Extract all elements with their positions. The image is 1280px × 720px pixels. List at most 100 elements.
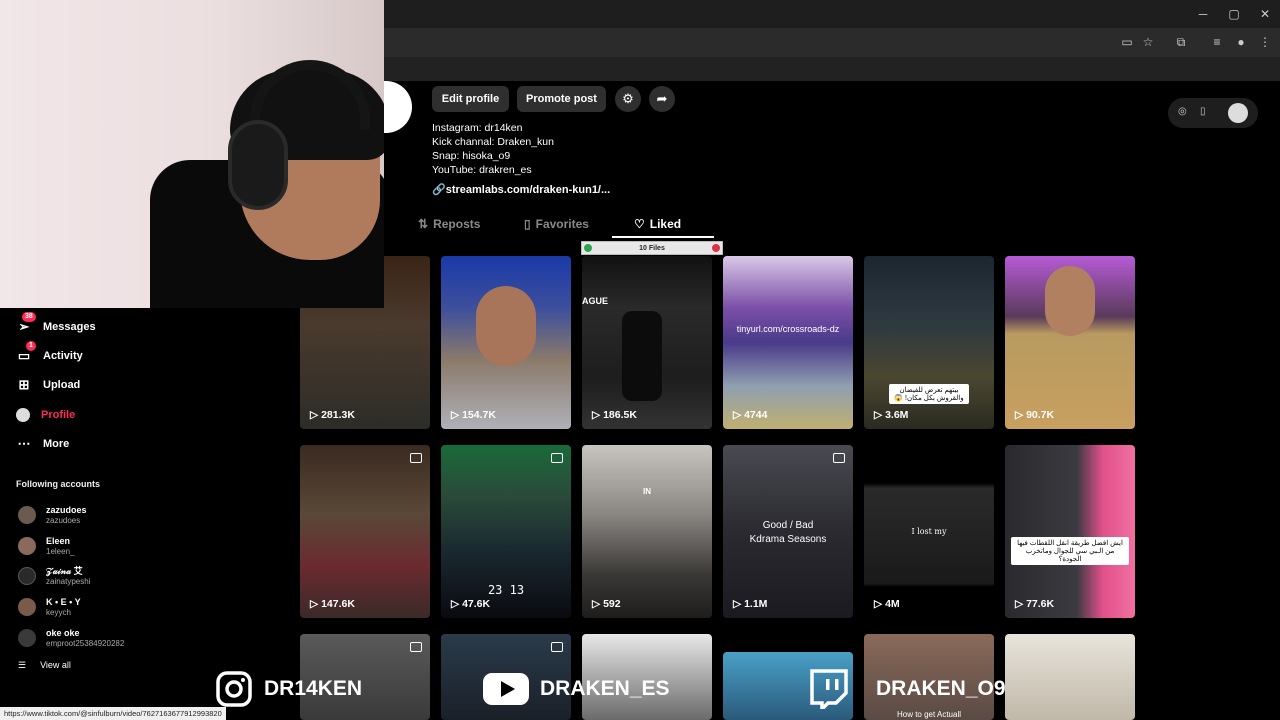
files-overlay[interactable]: 10 Files xyxy=(581,241,723,255)
following-account[interactable]: zazudoes zazudoes xyxy=(18,505,87,525)
tab-reposts[interactable]: ⇅ Reposts xyxy=(418,217,480,231)
view-all-link[interactable]: ☰ View all xyxy=(18,660,71,671)
minimize-button[interactable]: ─ xyxy=(1195,6,1211,22)
instagram-handle: DR14KEN xyxy=(264,677,363,700)
play-icon: ▷ xyxy=(1015,598,1024,610)
tab-favorites[interactable]: ▯ Favorites xyxy=(524,217,589,231)
settings-button[interactable]: ⚙ xyxy=(615,86,641,112)
profile-icon xyxy=(16,408,30,422)
tile-caption: بيتهم تعرض للفيضان والقروش بكل مكان! 😱 xyxy=(889,384,969,404)
view-count: ▷ 3.6M xyxy=(874,409,909,421)
bookmark-star-icon[interactable]: ☆ xyxy=(1141,35,1155,49)
instagram-icon xyxy=(214,670,254,708)
bio-link[interactable]: 🔗streamlabs.com/draken-kun1/... xyxy=(432,183,610,196)
browser-titlebar: ─ ▢ ✕ xyxy=(384,0,1280,28)
following-account[interactable]: oke oke emproot25384920282 xyxy=(18,628,124,648)
compass-icon[interactable]: ◎ xyxy=(1178,106,1187,117)
video-tile[interactable]: AGUE ▷ 186.5K xyxy=(582,256,712,429)
video-tile[interactable] xyxy=(1005,634,1135,720)
account-handle: 1eleen_ xyxy=(46,547,75,556)
video-tile[interactable]: 23 13 ▷ 47.6K xyxy=(441,445,571,618)
photo-carousel-icon xyxy=(410,642,422,652)
cast-icon[interactable]: ▭ xyxy=(1120,35,1134,49)
video-tile[interactable]: I lost my ▷ 4M xyxy=(864,445,994,618)
video-tile[interactable]: Good / Bad Kdrama Seasons ▷ 1.1M xyxy=(723,445,853,618)
bio-line: Snap: hisoka_o9 xyxy=(432,150,511,162)
profile-avatar[interactable] xyxy=(384,81,412,133)
twitch-handle: DRAKEN_O9 xyxy=(876,677,1006,700)
photo-carousel-icon xyxy=(833,453,845,463)
phone-icon[interactable]: ▯ xyxy=(1200,106,1206,117)
video-tile[interactable]: ▷ 154.7K xyxy=(441,256,571,429)
avatar xyxy=(18,506,36,524)
photo-carousel-icon xyxy=(410,453,422,463)
following-title: Following accounts xyxy=(16,479,101,489)
more-icon: ⋯ xyxy=(17,436,31,451)
sidebar-item-messages[interactable]: ➢ 38 Messages xyxy=(16,312,96,338)
tab-label: Liked xyxy=(649,217,682,231)
play-icon: ▷ xyxy=(733,598,742,610)
avatar xyxy=(18,567,36,585)
play-icon: ▷ xyxy=(451,598,460,610)
play-icon: ▷ xyxy=(874,409,883,421)
repost-icon: ⇅ xyxy=(418,217,429,231)
sidebar-item-profile[interactable]: Profile xyxy=(16,404,75,426)
sidebar-item-upload[interactable]: ⊞ Upload xyxy=(16,374,81,396)
account-name: Eleen xyxy=(46,536,71,546)
active-tab-indicator xyxy=(612,236,714,238)
menu-kebab-icon[interactable]: ⋮ xyxy=(1258,35,1272,49)
account-handle: zainatypeshi xyxy=(46,577,91,586)
video-tile[interactable]: IN ▷ 592 xyxy=(582,445,712,618)
gear-icon: ⚙ xyxy=(622,91,634,106)
maximize-button[interactable]: ▢ xyxy=(1226,6,1242,22)
following-account[interactable]: 𝒵𝒶𝒾𝓃𝒶 艾 zainatypeshi xyxy=(18,566,90,586)
video-tile[interactable]: ▷ 90.7K xyxy=(1005,256,1135,429)
account-avatar-icon[interactable]: ● xyxy=(1234,35,1248,49)
photo-carousel-icon xyxy=(551,642,563,652)
video-tile[interactable]: ▷ 147.6K xyxy=(300,445,430,618)
sidebar-item-more[interactable]: ⋯ More xyxy=(16,433,70,455)
sidebar-item-label: More xyxy=(43,438,70,450)
tile-caption: 23 13 xyxy=(487,583,525,597)
share-button[interactable]: ➦ xyxy=(649,86,675,112)
view-count: ▷ 77.6K xyxy=(1015,598,1055,610)
tile-caption: tinyurl.com/crossroads-dz xyxy=(736,324,840,334)
view-count: ▷ 4M xyxy=(874,598,900,610)
video-tile[interactable]: بيتهم تعرض للفيضان والقروش بكل مكان! 😱 ▷… xyxy=(864,256,994,429)
close-window-button[interactable]: ✕ xyxy=(1257,6,1273,22)
browser-toolbar: ▭ ☆ ⧉ ≡ ● ⋮ xyxy=(384,28,1280,57)
bookmark-icon: ▯ xyxy=(524,217,531,231)
badge: 38 xyxy=(22,312,36,322)
play-icon: ▷ xyxy=(592,409,601,421)
tab-label: Reposts xyxy=(433,217,481,231)
following-account[interactable]: K • E • Ykeyych xyxy=(18,597,81,617)
youtube-overlay: DRAKEN_ES xyxy=(482,670,670,708)
user-avatar-icon[interactable] xyxy=(1228,103,1248,123)
tile-caption: ايش افضل طريقة انقل اللقطات فيها من الـب… xyxy=(1011,537,1129,565)
list-icon: ☰ xyxy=(18,660,27,670)
following-account[interactable]: Eleen 1eleen_ xyxy=(18,536,74,556)
avatar xyxy=(18,537,36,555)
video-tile[interactable]: ايش افضل طريقة انقل اللقطات فيها من الـب… xyxy=(1005,445,1135,618)
tab-liked[interactable]: ♡ Liked xyxy=(634,217,681,231)
sidebar-item-activity[interactable]: ▭ 1 Activity xyxy=(16,341,83,367)
link-icon: 🔗 xyxy=(432,184,446,196)
account-handle: emproot25384920282 xyxy=(46,639,125,648)
video-tile[interactable]: tinyurl.com/crossroads-dz ▷ 4744 xyxy=(723,256,853,429)
extensions-icon[interactable]: ⧉ xyxy=(1174,35,1188,49)
edit-profile-button[interactable]: Edit profile xyxy=(432,86,509,112)
upload-icon: ⊞ xyxy=(18,377,30,392)
sidebar-item-label: Upload xyxy=(43,379,81,391)
view-count: ▷ 592 xyxy=(592,598,621,610)
files-count: 10 Files xyxy=(639,244,665,252)
view-count: ▷ 4744 xyxy=(733,409,768,421)
instagram-overlay: DR14KEN xyxy=(214,670,362,708)
tile-caption: AGUE xyxy=(582,296,609,306)
media-icon[interactable]: ≡ xyxy=(1210,35,1224,49)
close-icon[interactable] xyxy=(712,244,720,252)
play-icon: ▷ xyxy=(451,409,460,421)
twitch-icon xyxy=(804,669,852,709)
view-count: ▷ 90.7K xyxy=(1015,409,1055,421)
promote-post-button[interactable]: Promote post xyxy=(517,86,606,112)
sidebar-item-label: Messages xyxy=(43,321,96,333)
